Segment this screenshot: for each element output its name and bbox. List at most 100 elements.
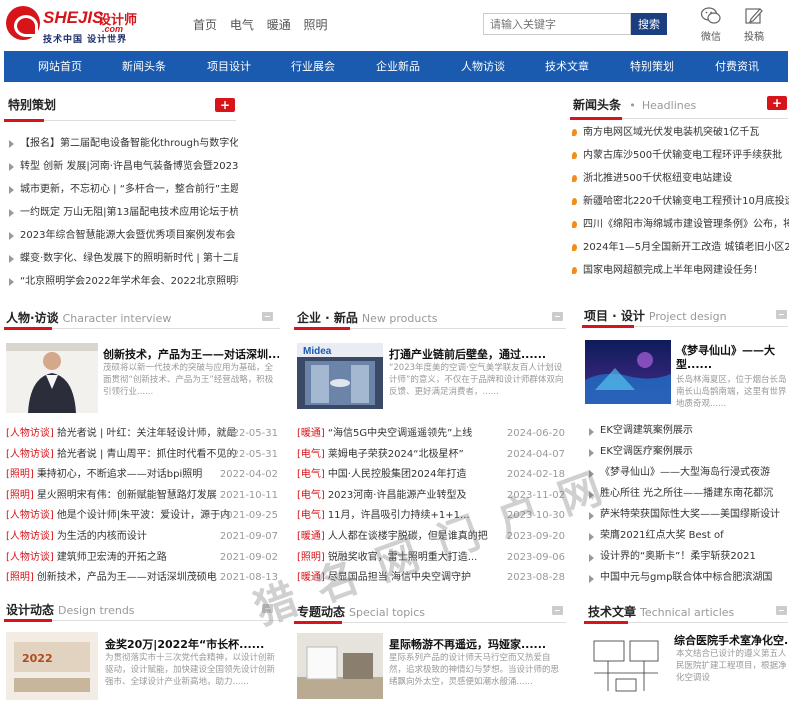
list-item[interactable]: 四川《绵阳市海绵城市建设管理条例》公布，将于 <box>571 213 789 236</box>
list-item[interactable]: 《梦寻仙山》——大型海岛行浸式夜游 <box>586 462 788 483</box>
articles-collapse-button[interactable] <box>776 606 787 615</box>
row-tag: [电气] <box>297 469 325 481</box>
table-row[interactable]: [照明] 创新技术，产品为王——对话深圳茂硕电 2021-08-13 <box>6 568 278 589</box>
table-row[interactable]: [人物访谈] 拾光者说 | 叶红：关注年轻设计师，就是 2022-05-31 <box>6 424 278 445</box>
interview-feature-photo[interactable] <box>6 343 98 413</box>
table-row[interactable]: [人物访谈] 他是个设计师|朱平波：爱设计，源于内 2021-09-25 <box>6 506 278 527</box>
list-item[interactable]: 蝶变·数字化、绿色发展下的照明新时代 | 第十二届 <box>6 247 238 270</box>
design-feature-title[interactable]: 金奖20万|2022年“市长杯...... <box>105 636 279 652</box>
articles-feature-diagram[interactable] <box>588 633 666 699</box>
topics-collapse-button[interactable] <box>552 606 563 615</box>
row-title: “海信5G中央空调遥遥领先”上线 <box>327 428 473 439</box>
projects-title-en: Project design <box>648 310 727 323</box>
list-item[interactable]: 新疆哈密北220千伏输变电工程预计10月底投运 <box>571 190 789 213</box>
table-row[interactable]: [照明] 秉持初心，不断追求——对话bpi照明 2022-04-02 <box>6 465 278 486</box>
list-item[interactable]: 2024年1—5月全国新开工改造 城镇老旧小区2.26 <box>571 236 789 259</box>
projects-collapse-button[interactable] <box>776 310 787 319</box>
row-date: 2021-09-07 <box>219 530 278 542</box>
table-row[interactable]: [人物访谈] 为生活的内核而设计 2021-09-07 <box>6 527 278 548</box>
submit-article-link[interactable]: 投稿 <box>739 6 769 43</box>
nav-headlines[interactable]: 新闻头条 <box>122 51 166 82</box>
table-row[interactable]: [电气] 11月，许昌吸引力持续+1+1... 2023-10-30 <box>297 506 565 527</box>
row-tag: [照明] <box>6 572 34 584</box>
list-item[interactable]: 一约既定 万山无阻|第13届配电技术应用论坛于杭州 <box>6 201 238 224</box>
table-row[interactable]: [照明] 星火照明宋有伟：创新赋能智慧路灯发展 2021-10-11 <box>6 486 278 507</box>
table-row[interactable]: [暖通] “海信5G中央空调遥遥领先”上线 2024-06-20 <box>297 424 565 445</box>
list-item[interactable]: EK空调医疗案例展示 <box>586 441 788 462</box>
row-date: 2024-06-20 <box>506 428 565 439</box>
row-tag: [暖通] <box>297 530 325 542</box>
products-feature-title[interactable]: 打通产业链前后壁垒，通过...... <box>389 346 565 362</box>
projects-title-cn: 项目 · 设计 <box>584 309 645 323</box>
wechat-link[interactable]: 微信 <box>696 6 726 43</box>
design-feature-photo[interactable]: 2022 <box>6 632 98 700</box>
special-more-button[interactable]: + <box>215 98 235 112</box>
row-tag: [电气] <box>297 448 325 460</box>
news-more-button[interactable]: + <box>767 96 787 110</box>
row-title: 锐融奖收官，雷士照明重大打造... <box>327 551 478 563</box>
row-tag: [暖通] <box>297 572 325 584</box>
table-row[interactable]: [暖通] 人人都在谈楼宇脱碳，但是谁真的把 2023-09-20 <box>297 527 565 548</box>
list-item[interactable]: 萨米特荣获国际性大奖——美国缪斯设计 <box>586 504 788 525</box>
list-item[interactable]: EK空调建筑案例展示 <box>586 420 788 441</box>
nav-new-products[interactable]: 企业新品 <box>376 51 420 82</box>
search-input[interactable] <box>483 13 631 35</box>
list-item[interactable]: 内蒙古库沙500千伏输变电工程环评手续获批 <box>571 144 789 167</box>
topics-title: 专题动态 Special topics <box>297 603 425 620</box>
submit-label: 投稿 <box>744 32 764 43</box>
list-item[interactable]: 转型 创新 发展|河南·许昌电气装备博览会暨2023年 <box>6 155 238 178</box>
list-item[interactable]: 胜心所往 光之所往——播建东南花都沉 <box>586 483 788 504</box>
table-row[interactable]: [电气] 中国·人民控股集团2024年打造 2024-02-18 <box>297 465 565 486</box>
topnav-home[interactable]: 首页 <box>193 18 217 32</box>
row-date: 2023-09-20 <box>506 530 565 542</box>
topnav-lighting[interactable]: 照明 <box>304 18 328 32</box>
design-collapse-button[interactable] <box>262 604 273 613</box>
row-tag: [人物访谈] <box>6 428 54 439</box>
list-item[interactable]: 设计界的“奥斯卡”！柔宇斩获2021 <box>586 546 788 567</box>
articles-divider <box>584 621 788 624</box>
list-item[interactable]: “北京照明学会2022年学术年会、2022北京照明科 <box>6 270 238 293</box>
row-date: 2023-10-30 <box>506 510 565 522</box>
projects-feature-title[interactable]: 《梦寻仙山》——大型...... <box>676 344 786 372</box>
svg-text:Midea: Midea <box>303 346 332 357</box>
table-row[interactable]: [照明] 锐融奖收官，雷士照明重大打造... 2023-09-06 <box>297 548 565 569</box>
nav-paid-info[interactable]: 付费资讯 <box>715 51 759 82</box>
topnav-electrical[interactable]: 电气 <box>230 18 254 32</box>
products-title-cn: 企业 · 新品 <box>297 311 358 325</box>
table-row[interactable]: [人物访谈] 建筑师卫宏涛的开拓之路 2021-09-02 <box>6 548 278 569</box>
site-logo[interactable]: SHEJIS 设计师 .com 技术中国 设计世界 <box>6 4 166 45</box>
topics-feature-title[interactable]: 星际畅游不再遥远，玛娅家...... <box>389 636 565 652</box>
table-row[interactable]: [人物访谈] 拾光者说 | 青山周平：抓住时代看不见的 2022-05-31 <box>6 445 278 466</box>
row-date: 2021-09-25 <box>219 510 278 522</box>
table-row[interactable]: [电气] 莱姆电子荣获2024“北极星杯” 2024-04-07 <box>297 445 565 466</box>
list-item[interactable]: 【报名】第二届配电设备智能化through与数字化应用论 <box>6 132 238 155</box>
articles-feature-title[interactable]: 综合医院手术室净化空...... <box>674 632 788 648</box>
list-item[interactable]: 2023年综合智慧能源大会暨优秀项目案例发布会 <box>6 224 238 247</box>
topics-divider <box>294 621 566 624</box>
interview-collapse-button[interactable] <box>262 312 273 321</box>
row-date: 2023-08-28 <box>506 572 565 584</box>
table-row[interactable]: [暖通] 尽显国品担当 海信中央空调守护 2023-08-28 <box>297 568 565 589</box>
list-item[interactable]: 中国中元与gmp联合体中标合肥滨湖国 <box>586 567 788 588</box>
nav-interviews[interactable]: 人物访谈 <box>461 51 505 82</box>
list-item[interactable]: 城市更新，不忘初心 | “多杆合一，整合前行”主题 <box>6 178 238 201</box>
nav-home[interactable]: 网站首页 <box>38 51 82 82</box>
list-item[interactable]: 浙北推进500千伏枢纽变电站建设 <box>571 167 789 190</box>
top-quick-nav: 首页 电气 暖通 照明 <box>193 16 337 33</box>
table-row[interactable]: [电气] 2023河南·许昌能源产业转型及 2023-11-02 <box>297 486 565 507</box>
row-tag: [人物访谈] <box>6 448 54 460</box>
search-button[interactable]: 搜索 <box>631 13 667 35</box>
products-collapse-button[interactable] <box>552 312 563 321</box>
topnav-hvac[interactable]: 暖通 <box>267 18 291 32</box>
list-item[interactable]: 国家电网超额完成上半年电网建设任务！ <box>571 259 789 282</box>
interview-feature-title[interactable]: 创新技术，产品为王——对话深圳...... <box>103 346 279 362</box>
nav-tech-articles[interactable]: 技术文章 <box>545 51 589 82</box>
nav-project-design[interactable]: 项目设计 <box>207 51 251 82</box>
projects-feature-photo[interactable] <box>585 340 671 404</box>
products-feature-photo[interactable]: Midea <box>297 343 383 409</box>
nav-exhibitions[interactable]: 行业展会 <box>291 51 335 82</box>
nav-special[interactable]: 特别策划 <box>630 51 674 82</box>
list-item[interactable]: 荣膺2021红点大奖 Best of <box>586 525 788 546</box>
topics-feature-photo[interactable] <box>297 633 383 699</box>
list-item[interactable]: 南方电网区域光伏发电装机突破1亿千瓦 <box>571 121 789 144</box>
